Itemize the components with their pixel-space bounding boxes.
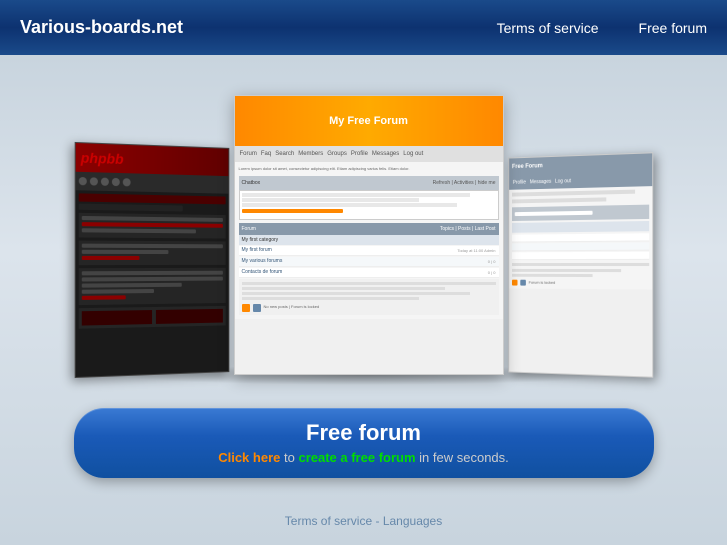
forum-name-3: Contacts de forum bbox=[242, 269, 416, 275]
nav-item-logout: Log out bbox=[403, 151, 423, 157]
screenshot-orange-theme: My Free Forum Forum Faq Search Members G… bbox=[234, 95, 504, 375]
header: Various-boards.net Terms of service Free… bbox=[0, 0, 727, 55]
screenshot-right-theme: Free Forum Profile Messages Log out bbox=[508, 152, 653, 377]
nav-item-messages: Messages bbox=[372, 151, 399, 157]
cta-container: Free forum Click here to create a free f… bbox=[20, 408, 707, 478]
forum-name-2: My various forums bbox=[242, 258, 416, 264]
orange-banner: My Free Forum bbox=[235, 96, 503, 146]
cta-click-here[interactable]: Click here bbox=[218, 450, 280, 465]
forum-category-header: My first category bbox=[239, 235, 499, 245]
right-legend: Forum is locked bbox=[528, 280, 555, 286]
nav-item-groups: Groups bbox=[327, 151, 347, 157]
legend-text: No new posts | Forum is locked bbox=[264, 304, 320, 310]
dark-nav-dot-1 bbox=[78, 177, 86, 185]
footer-separator: - bbox=[375, 514, 382, 528]
forum-row-1: My first forum Today at 11:00 Admin bbox=[239, 246, 499, 256]
cta-subtitle: Click here to create a free forum in few… bbox=[218, 450, 509, 465]
right-section-1 bbox=[511, 221, 648, 233]
chatbox-bar: Chatbox Refresh | Activities | hide me bbox=[239, 176, 499, 190]
nav-item-forum: Forum bbox=[240, 151, 257, 157]
cta-suffix: in few seconds. bbox=[419, 450, 509, 465]
footer-links: Terms of service - Languages bbox=[285, 514, 442, 528]
lorem-text: Lorem ipsum dolor sit amet, consectetur … bbox=[239, 166, 499, 172]
nav-item-search: Search bbox=[275, 151, 294, 157]
forum-table-header: Forum Topics | Posts | Last Post bbox=[239, 223, 499, 235]
header-nav: Terms of service Free forum bbox=[497, 20, 707, 36]
forum-row-2: My various forums 0 | 0 bbox=[239, 257, 499, 267]
dark-nav-dot-2 bbox=[89, 177, 97, 185]
site-title: Various-boards.net bbox=[20, 17, 183, 38]
footer: Terms of service - Languages bbox=[285, 512, 442, 530]
forum-name-1: My first forum bbox=[242, 247, 416, 253]
right-forum-title: Free Forum bbox=[511, 163, 542, 170]
cta-create-free[interactable]: create a free forum bbox=[298, 450, 415, 465]
screenshots-area: phpbb bbox=[39, 75, 689, 375]
col-forum: Forum bbox=[242, 226, 256, 232]
footer-languages[interactable]: Languages bbox=[383, 514, 442, 528]
nav-free-forum[interactable]: Free forum bbox=[639, 20, 707, 36]
orange-nav: Forum Faq Search Members Groups Profile … bbox=[235, 146, 503, 162]
cta-title: Free forum bbox=[306, 420, 421, 446]
chatbox-label: Chatbox bbox=[242, 180, 261, 186]
nav-item-profile: Profile bbox=[351, 151, 368, 157]
main-content: phpbb bbox=[0, 55, 727, 545]
right-table-row-1 bbox=[511, 233, 648, 242]
dark-nav-dot-3 bbox=[100, 178, 108, 186]
dark-nav-dot-5 bbox=[122, 178, 130, 186]
orange-banner-title: My Free Forum bbox=[329, 115, 408, 127]
nav-item-members: Members bbox=[298, 151, 323, 157]
forum-row-3: Contacts de forum 0 | 0 bbox=[239, 268, 499, 278]
dark-nav-dot-4 bbox=[111, 178, 119, 186]
center-body: Lorem ipsum dolor sit amet, consectetur … bbox=[235, 162, 503, 319]
right-legend-icon-1 bbox=[511, 280, 517, 286]
cta-button[interactable]: Free forum Click here to create a free f… bbox=[74, 408, 654, 478]
screenshot-dark-theme: phpbb bbox=[74, 142, 229, 378]
cta-to: to bbox=[284, 450, 298, 465]
right-nav-profile: Profile bbox=[512, 180, 525, 186]
forum-stats-3: 0 | 0 bbox=[416, 270, 496, 275]
nav-terms[interactable]: Terms of service bbox=[497, 20, 599, 36]
right-legend-icon-2 bbox=[520, 280, 526, 286]
forum-stats-2: 0 | 0 bbox=[416, 259, 496, 264]
footer-terms[interactable]: Terms of service bbox=[285, 514, 372, 528]
right-table-row-2 bbox=[511, 242, 648, 251]
chatbox-controls: Refresh | Activities | hide me bbox=[433, 180, 496, 186]
right-body: Forum is locked bbox=[509, 186, 652, 289]
col-counts: Topics | Posts | Last Post bbox=[440, 226, 496, 232]
right-table-row-3 bbox=[511, 252, 648, 260]
chatbox-content bbox=[239, 190, 499, 220]
right-nav-logout: Log out bbox=[555, 178, 571, 184]
nav-item-faq: Faq bbox=[261, 151, 271, 157]
forum-stats-1: Today at 11:00 Admin bbox=[416, 248, 496, 253]
dark-logo: phpbb bbox=[80, 149, 123, 167]
category-title: My first category bbox=[242, 237, 279, 243]
right-nav-messages: Messages bbox=[529, 179, 550, 186]
stats-section: No new posts | Forum is locked bbox=[239, 279, 499, 315]
